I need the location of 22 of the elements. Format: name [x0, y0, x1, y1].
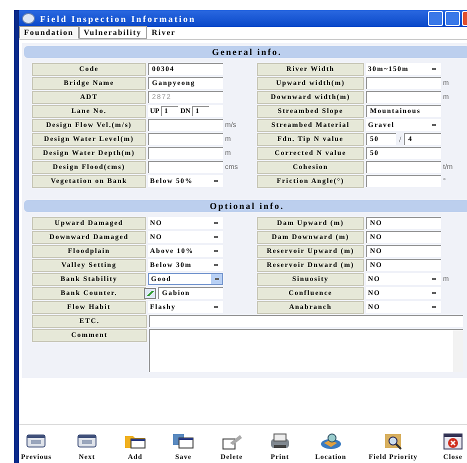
input-field[interactable]	[148, 133, 223, 145]
window-title: Field Inspection Information	[40, 14, 197, 24]
input-field[interactable]	[366, 77, 441, 89]
input-field[interactable]	[149, 315, 463, 327]
section-header: Optional info.	[24, 200, 467, 212]
input-field[interactable]	[148, 119, 223, 131]
input-field[interactable]	[366, 91, 441, 103]
maximize-button[interactable]	[445, 11, 460, 26]
tab[interactable]: River	[146, 26, 181, 39]
app-icon	[22, 13, 35, 24]
section-header: General info.	[24, 46, 467, 58]
comment-area[interactable]	[149, 329, 463, 372]
tab[interactable]: Foundation	[19, 26, 79, 39]
input-field[interactable]	[148, 147, 223, 159]
checkbox[interactable]	[144, 288, 156, 298]
separator: /	[399, 134, 402, 144]
minimize-button[interactable]	[428, 11, 443, 26]
input-field[interactable]	[148, 161, 223, 173]
tab[interactable]: Vulnerability	[78, 26, 147, 39]
input-field[interactable]	[366, 175, 441, 187]
input-field[interactable]	[366, 161, 441, 173]
scrollbar[interactable]	[453, 330, 463, 372]
